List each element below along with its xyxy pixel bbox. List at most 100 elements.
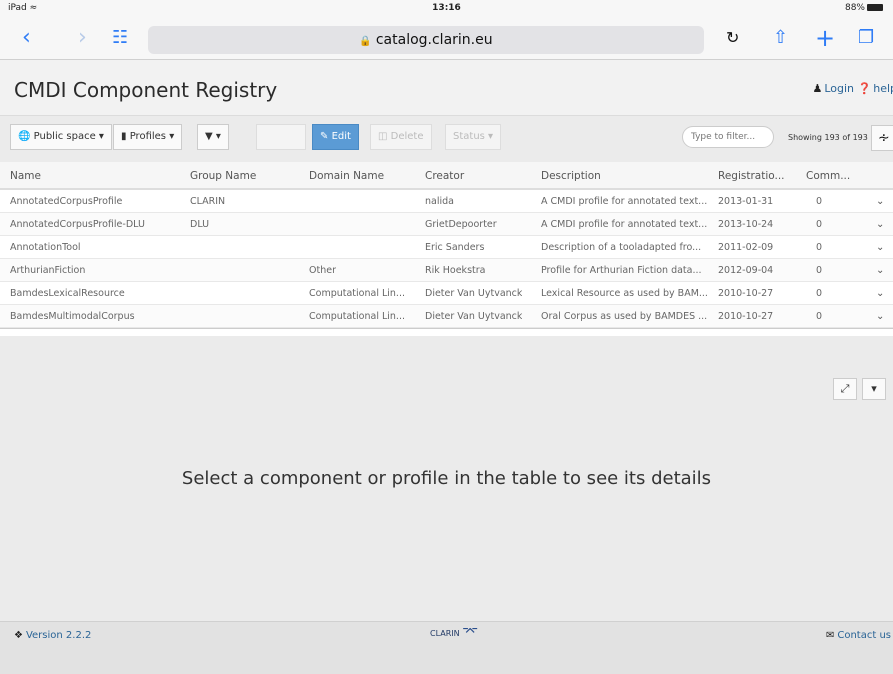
status-dropdown[interactable]: Status ▾	[445, 124, 502, 150]
cell-creator: Dieter Van Uytvanck	[425, 288, 523, 299]
table-row[interactable]: AnnotationTool Eric Sanders Description of…	[0, 236, 893, 259]
cell-description: Lexical Resource as used by BAM...	[541, 288, 708, 299]
header-links: ♟Login ❓help	[812, 82, 893, 95]
table-row[interactable]: AnnotatedCorpusProfile CLARIN nalida A CMDI…	[0, 190, 893, 213]
clarin-logo[interactable]: CLARIN ⌤	[430, 624, 478, 640]
row-expand-icon[interactable]: ⌄	[876, 219, 884, 230]
row-expand-icon[interactable]: ⌄	[876, 288, 884, 299]
book-icon[interactable]: ☷	[112, 23, 128, 53]
cell-registration-date: 2011-02-09	[718, 242, 774, 253]
table-row[interactable]: BamdesMultimodalCorpus Computational Lin.…	[0, 305, 893, 328]
back-icon[interactable]: ‹	[22, 23, 31, 53]
type-dropdown-label: Profiles	[129, 131, 167, 142]
col-creator[interactable]: Creator	[425, 170, 464, 182]
page-title: CMDI Component Registry	[14, 78, 278, 102]
col-description[interactable]: Description	[541, 170, 601, 182]
edit-button-label: Edit	[331, 131, 351, 142]
col-name[interactable]: Name	[10, 170, 41, 182]
cell-creator: Dieter Van Uytvanck	[425, 311, 523, 322]
col-group-name[interactable]: Group Name	[190, 170, 256, 182]
pencil-icon: ✎	[320, 131, 329, 142]
cell-domain-name: Other	[309, 265, 336, 276]
col-domain-name[interactable]: Domain Name	[309, 170, 384, 182]
cell-description: A CMDI profile for annotated text...	[541, 219, 708, 230]
row-expand-icon[interactable]: ⌄	[876, 265, 884, 276]
filter-dropdown[interactable]: ▼ ▾	[197, 124, 229, 150]
chevron-down-icon[interactable]: ▾	[862, 378, 886, 400]
help-icon: ❓	[857, 82, 872, 95]
cell-name: AnnotatedCorpusProfile	[10, 196, 123, 207]
status-dropdown-label: Status	[453, 131, 485, 142]
cell-comments: 0	[816, 265, 823, 276]
trash-icon: ◫	[378, 131, 388, 142]
delete-button[interactable]: ◫ Delete	[370, 124, 432, 150]
envelope-icon: ✉	[825, 630, 835, 641]
row-expand-icon[interactable]: ⌄	[876, 196, 884, 207]
app-header: CMDI Component Registry ♟Login ❓help	[0, 60, 893, 116]
space-dropdown[interactable]: 🌐 Public space ▾	[10, 124, 112, 150]
help-link[interactable]: help	[873, 82, 893, 95]
cell-registration-date: 2010-10-27	[718, 288, 774, 299]
cell-description: A CMDI profile for annotated text...	[541, 196, 708, 207]
login-link[interactable]: Login	[824, 82, 854, 95]
battery-icon	[867, 4, 883, 11]
col-registration[interactable]: Registratio...	[718, 170, 785, 182]
cell-registration-date: 2013-10-24	[718, 219, 774, 230]
blank-button[interactable]	[256, 124, 306, 150]
table-row[interactable]: AnnotatedCorpusProfile-DLU DLU GrietDepoor…	[0, 213, 893, 236]
table-bottom	[0, 328, 893, 336]
table-header: Name Group Name Domain Name Creator Desc…	[0, 162, 893, 190]
share-icon[interactable]: ⇧	[773, 23, 788, 53]
row-expand-icon[interactable]: ⌄	[876, 242, 884, 253]
col-comments[interactable]: Comm...	[806, 170, 850, 182]
cell-creator: Eric Sanders	[425, 242, 485, 253]
cell-domain-name: Computational Lin...	[309, 288, 405, 299]
cell-comments: 0	[816, 311, 823, 322]
edit-button[interactable]: ✎ Edit	[312, 124, 359, 150]
table-toolbar: 🌐 Public space ▾ ▮ Profiles ▾ ▼ ▾ ✎ Edit…	[0, 124, 893, 158]
contact-label: Contact us	[837, 630, 891, 641]
filter-input[interactable]	[682, 126, 774, 148]
info-icon: ❖	[14, 630, 23, 641]
details-placeholder: Select a component or profile in the tab…	[181, 468, 712, 489]
rss-icon: ∻	[878, 130, 890, 146]
space-dropdown-label: Public space	[33, 131, 96, 142]
battery-indicator: 88%	[845, 3, 883, 13]
user-icon: ♟	[812, 82, 823, 95]
cell-group-name: DLU	[190, 219, 210, 230]
cell-comments: 0	[816, 196, 823, 207]
filter-icon: ▼	[205, 131, 213, 142]
type-dropdown[interactable]: ▮ Profiles ▾	[113, 124, 183, 150]
cell-registration-date: 2012-09-04	[718, 265, 774, 276]
status-bar: iPad ≈ 13:16 88%	[0, 0, 893, 18]
cell-name: ArthurianFiction	[10, 265, 86, 276]
tabs-icon[interactable]: ❐	[858, 23, 874, 53]
row-expand-icon[interactable]: ⌄	[876, 311, 884, 322]
table-row[interactable]: BamdesLexicalResource Computational Lin..…	[0, 282, 893, 305]
plus-icon[interactable]: +	[815, 23, 835, 53]
expand-icon[interactable]: ⤢	[833, 378, 857, 400]
cell-name: BamdesMultimodalCorpus	[10, 311, 135, 322]
cell-name: BamdesLexicalResource	[10, 288, 125, 299]
result-count: Showing 193 of 193	[788, 133, 868, 142]
reload-icon[interactable]: ↻	[726, 23, 739, 53]
contact-link[interactable]: ✉ Contact us	[826, 630, 891, 641]
table-row[interactable]: ArthurianFiction Other Rik Hoekstra Profile…	[0, 259, 893, 282]
cell-creator: nalida	[425, 196, 454, 207]
cell-comments: 0	[816, 242, 823, 253]
file-icon: ▮	[121, 131, 127, 142]
delete-button-label: Delete	[390, 131, 424, 142]
cell-registration-date: 2010-10-27	[718, 311, 774, 322]
table-body: AnnotatedCorpusProfile CLARIN nalida A CMDI…	[0, 190, 893, 328]
rss-button[interactable]: ∻	[871, 125, 893, 151]
version-link[interactable]: ❖ Version 2.2.2	[14, 630, 91, 641]
globe-icon: 🌐	[18, 131, 31, 142]
forward-icon[interactable]: ›	[78, 23, 87, 53]
cell-creator: Rik Hoekstra	[425, 265, 486, 276]
cell-name: AnnotatedCorpusProfile-DLU	[10, 219, 145, 230]
cell-description: Description of a tooladapted fro...	[541, 242, 702, 253]
address-bar[interactable]: 🔒 catalog.clarin.eu	[148, 26, 704, 54]
cell-domain-name: Computational Lin...	[309, 311, 405, 322]
swoosh-icon: ⌤	[462, 624, 479, 640]
cell-description: Oral Corpus as used by BAMDES ...	[541, 311, 708, 322]
